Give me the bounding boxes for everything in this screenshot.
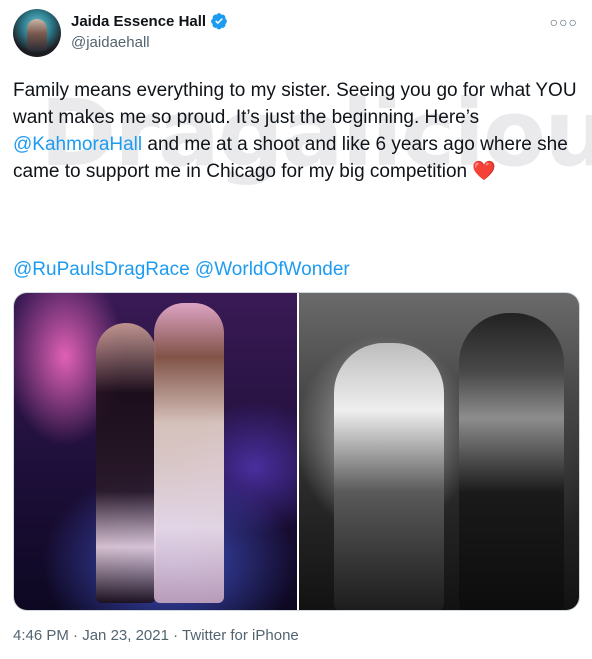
tweet-time[interactable]: 4:46 PM: [13, 627, 69, 644]
meta-separator-2: ·: [168, 627, 183, 644]
tweet-text-part-1: Family means everything to my sister. Se…: [13, 80, 577, 128]
tweet-card: Jaida Essence Hall @jaidaehall ○○○ Draga…: [0, 0, 592, 659]
author-handle[interactable]: @jaidaehall: [71, 34, 150, 51]
author-name-row: Jaida Essence Hall: [71, 12, 228, 30]
media-grid: [13, 292, 580, 611]
tweet-date[interactable]: Jan 23, 2021: [82, 627, 169, 644]
mention-link-kahmorahall[interactable]: @KahmoraHall: [13, 134, 142, 155]
mention-link-worldofwonder[interactable]: @WorldOfWonder: [195, 259, 350, 280]
tweet-source[interactable]: Twitter for iPhone: [182, 627, 299, 644]
tweet-mentions: @RuPaulsDragRace @WorldOfWonder: [13, 256, 350, 283]
tweet-text: Family means everything to my sister. Se…: [13, 77, 579, 185]
more-options-icon[interactable]: ○○○: [550, 14, 578, 30]
mention-link-rupaulsdragrace[interactable]: @RuPaulsDragRace: [13, 259, 190, 280]
avatar-figure: [27, 19, 47, 51]
photo-1-figure-right: [154, 303, 224, 603]
photo-2[interactable]: [299, 293, 579, 610]
avatar[interactable]: [13, 9, 61, 57]
photo-2-figure-left: [334, 343, 444, 610]
photo-1[interactable]: [14, 293, 297, 610]
verified-badge-icon: [211, 13, 227, 30]
photo-2-figure-right: [459, 313, 564, 610]
heart-emoji: ❤️: [472, 161, 497, 182]
author-display-name[interactable]: Jaida Essence Hall: [71, 13, 206, 30]
tweet-metadata: 4:46 PM · Jan 23, 2021 · Twitter for iPh…: [13, 627, 299, 644]
meta-separator-1: ·: [68, 627, 83, 644]
photo-1-figure-left: [96, 323, 156, 603]
